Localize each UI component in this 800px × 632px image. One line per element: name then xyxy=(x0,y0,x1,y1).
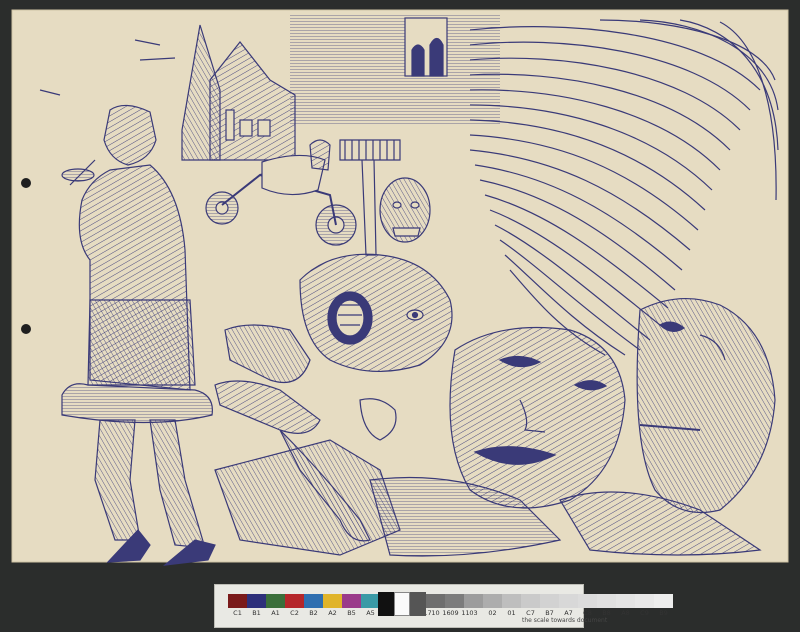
patch-code-label: C1 xyxy=(233,609,242,617)
color-patch: C8 xyxy=(578,594,597,617)
color-patch: B7 xyxy=(540,594,559,617)
patch-code-label: B8 xyxy=(602,609,611,617)
patch-code-label: B7 xyxy=(545,609,554,617)
color-patch: B2 xyxy=(304,594,323,617)
color-patch: B9 xyxy=(654,594,673,617)
patch-code-label: C8 xyxy=(583,609,592,617)
patch-code-label: B1 xyxy=(252,609,261,617)
scale-caption: the scale towards document xyxy=(522,617,608,624)
grey-patch xyxy=(378,592,394,616)
color-patch: C2 xyxy=(285,594,304,617)
color-patch: A8 xyxy=(616,594,635,617)
patch-code-label: A7 xyxy=(564,609,573,617)
patch-code-label: 03 xyxy=(469,609,478,617)
color-patch: 02 xyxy=(483,594,502,617)
patch-code-label: B9 xyxy=(659,609,668,617)
bald-head xyxy=(379,177,431,243)
patch-code-label: C2 xyxy=(290,609,299,617)
drawing-scene xyxy=(11,9,789,566)
patch-code-label: C9 xyxy=(640,609,649,617)
patch-code-label: 02 xyxy=(488,609,497,617)
patch-code-label: 01 xyxy=(507,609,516,617)
patch-code-label: C7 xyxy=(526,609,535,617)
patch-code-label: 10 xyxy=(431,609,440,617)
grey-patch xyxy=(394,592,410,616)
grey-patch xyxy=(410,592,426,616)
color-patch: 01 xyxy=(502,594,521,617)
color-patch: C7 xyxy=(521,594,540,617)
punch-hole xyxy=(21,178,31,188)
color-patch: 10 xyxy=(426,594,445,617)
patch-code-label: A2 xyxy=(328,609,337,617)
patch-code-label: 09 xyxy=(450,609,459,617)
color-patch: B1 xyxy=(247,594,266,617)
color-patch: B8 xyxy=(597,594,616,617)
color-patch: C1 xyxy=(228,594,247,617)
patch-code-label: B2 xyxy=(309,609,318,617)
hatched-block xyxy=(290,14,500,124)
color-patch: A7 xyxy=(559,594,578,617)
color-patch: A1 xyxy=(266,594,285,617)
punch-hole xyxy=(21,324,31,334)
color-patch: C9 xyxy=(635,594,654,617)
patch-code-label: A8 xyxy=(621,609,630,617)
patch-code-label: B5 xyxy=(347,609,356,617)
color-patch: B5 xyxy=(342,594,361,617)
color-patch: A2 xyxy=(323,594,342,617)
grey-scale-block xyxy=(378,592,426,616)
color-patch: 09 xyxy=(445,594,464,617)
patch-code-label: A1 xyxy=(271,609,280,617)
color-patch: 03 xyxy=(464,594,483,617)
color-patch-row-right: 10 09 03 02 01 C7 B7 A7 C8 B8 A8 C9 B9 xyxy=(426,594,673,617)
